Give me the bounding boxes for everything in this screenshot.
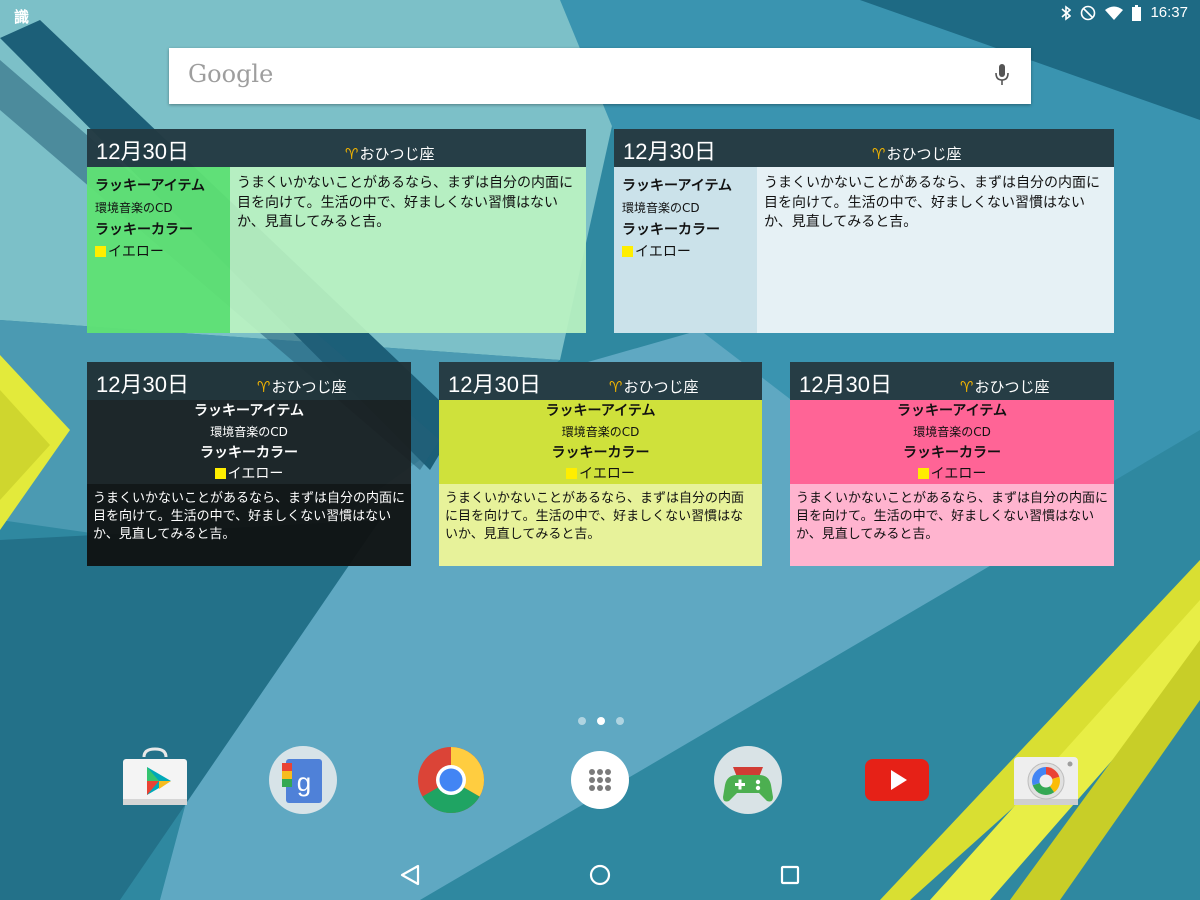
lucky-item: 環境音楽のCD (561, 425, 640, 439)
lucky-panel: ラッキーアイテム 環境音楽のCD ラッキーカラー イエロー (87, 400, 411, 484)
play-games-icon[interactable] (713, 745, 783, 815)
home-icon[interactable] (585, 860, 615, 890)
horoscope-widget-white[interactable]: 12月30日 ♈おひつじ座 ラッキーアイテム 環境音楽のCD ラッキーカラー イ… (614, 129, 1114, 333)
lucky-item: 環境音楽のCD (210, 425, 288, 439)
clock: 16:37 (1150, 4, 1188, 21)
sign-name: おひつじ座 (974, 378, 1050, 396)
lucky-item: 環境音楽のCD (913, 425, 991, 439)
widget-header: 12月30日 ♈おひつじ座 (87, 129, 586, 167)
horoscope-widget-black[interactable]: 12月30日 ♈おひつじ座 ラッキーアイテム 環境音楽のCD ラッキーカラー イ… (87, 362, 411, 566)
system-icons: 16:37 (1061, 4, 1188, 21)
widget-sign: ♈おひつじ座 (872, 143, 961, 164)
lucky-color: イエロー (579, 466, 635, 482)
lucky-item-label: ラッキーアイテム (193, 403, 305, 419)
lucky-color-label: ラッキーカラー (200, 445, 298, 461)
google-logo: Google (188, 60, 274, 88)
navigation-bar (0, 850, 1200, 900)
lucky-item-label: ラッキーアイテム (896, 403, 1008, 419)
lucky-panel: ラッキーアイテム 環境音楽のCD ラッキーカラー イエロー (790, 400, 1114, 484)
page-dot (616, 717, 624, 725)
lucky-color: イエロー (227, 466, 284, 482)
status-bar: 識 16:37 (0, 0, 1200, 32)
widget-header: 12月30日 ♈おひつじ座 (439, 362, 762, 400)
widget-date: 12月30日 (96, 139, 189, 164)
lucky-color-label: ラッキーカラー (551, 445, 650, 461)
sign-name: おひつじ座 (271, 378, 347, 396)
page-dot-active (597, 717, 605, 725)
app-drawer-icon[interactable] (565, 745, 635, 815)
page-indicator (578, 717, 624, 725)
camera-icon[interactable] (1011, 745, 1081, 815)
color-swatch (917, 468, 929, 479)
widget-date: 12月30日 (799, 372, 892, 397)
sign-name: おひつじ座 (886, 145, 962, 163)
svg-text:g: g (297, 767, 311, 797)
lucky-color: イエロー (930, 466, 987, 482)
horoscope-widget-green[interactable]: 12月30日 ♈おひつじ座 ラッキーアイテム 環境音楽のCD ラッキーカラー イ… (87, 129, 586, 333)
widget-date: 12月30日 (623, 139, 716, 164)
bluetooth-icon (1061, 4, 1072, 21)
widget-date: 12月30日 (96, 372, 189, 397)
widget-sign: ♈おひつじ座 (345, 143, 434, 164)
fortune-text: うまくいかないことがあるなら、まずは自分の内面に目を向けて。生活の中で、好ましく… (439, 484, 762, 566)
lucky-item: 環境音楽のCD (95, 201, 173, 215)
aries-icon: ♈ (257, 378, 271, 396)
fortune-text: うまくいかないことがあるなら、まずは自分の内面に目を向けて。生活の中で、好ましく… (757, 167, 1114, 333)
page-dot (578, 717, 586, 725)
wifi-icon (1105, 6, 1124, 20)
lucky-item-label: ラッキーアイテム (545, 403, 656, 419)
chrome-icon[interactable] (416, 745, 486, 815)
lucky-panel: ラッキーアイテム 環境音楽のCD ラッキーカラー イエロー (439, 400, 762, 484)
lucky-panel: ラッキーアイテム 環境音楽のCD ラッキーカラー イエロー (614, 167, 757, 333)
aries-icon: ♈ (609, 378, 623, 396)
horoscope-widget-lime[interactable]: 12月30日 ♈おひつじ座 ラッキーアイテム 環境音楽のCD ラッキーカラー イ… (439, 362, 762, 566)
notification-icon: 識 (14, 8, 30, 26)
youtube-icon[interactable] (862, 745, 932, 815)
sign-name: おひつじ座 (359, 145, 435, 163)
widget-sign: ♈おひつじ座 (609, 376, 698, 397)
widget-header: 12月30日 ♈おひつじ座 (87, 362, 411, 400)
widget-sign: ♈おひつじ座 (257, 376, 346, 397)
widget-header: 12月30日 ♈おひつじ座 (790, 362, 1114, 400)
sign-name: おひつじ座 (623, 378, 699, 396)
color-swatch (95, 246, 106, 257)
recents-icon[interactable] (775, 860, 805, 890)
battery-icon (1132, 4, 1142, 21)
widget-sign: ♈おひつじ座 (960, 376, 1049, 397)
lucky-color: イエロー (635, 244, 691, 260)
dock: g (0, 745, 1200, 815)
aries-icon: ♈ (872, 145, 886, 163)
fortune-text: うまくいかないことがあるなら、まずは自分の内面に目を向けて。生活の中で、好ましく… (790, 484, 1114, 566)
google-icon[interactable]: g (268, 745, 338, 815)
fortune-text: うまくいかないことがあるなら、まずは自分の内面に目を向けて。生活の中で、好ましく… (230, 167, 586, 333)
lucky-item-label: ラッキーアイテム (622, 178, 733, 194)
back-icon[interactable] (396, 860, 426, 890)
lucky-item: 環境音楽のCD (622, 201, 700, 215)
do-not-disturb-icon (1081, 5, 1096, 20)
lucky-color-label: ラッキーカラー (95, 222, 193, 238)
lucky-panel: ラッキーアイテム 環境音楽のCD ラッキーカラー イエロー (87, 167, 230, 333)
horoscope-widget-pink[interactable]: 12月30日 ♈おひつじ座 ラッキーアイテム 環境音楽のCD ラッキーカラー イ… (790, 362, 1114, 566)
lucky-item-label: ラッキーアイテム (95, 178, 206, 194)
mic-icon[interactable] (995, 64, 1009, 86)
play-store-icon[interactable] (120, 745, 190, 815)
aries-icon: ♈ (960, 378, 974, 396)
lucky-color-label: ラッキーカラー (903, 445, 1001, 461)
lucky-color: イエロー (108, 244, 164, 260)
widget-header: 12月30日 ♈おひつじ座 (614, 129, 1114, 167)
color-swatch (622, 246, 633, 257)
google-search-bar[interactable]: Google (169, 48, 1031, 104)
color-swatch (566, 468, 578, 479)
aries-icon: ♈ (345, 145, 359, 163)
widget-date: 12月30日 (448, 372, 541, 397)
color-swatch (214, 468, 226, 479)
fortune-text: うまくいかないことがあるなら、まずは自分の内面に目を向けて。生活の中で、好ましく… (87, 484, 411, 566)
lucky-color-label: ラッキーカラー (622, 222, 720, 238)
